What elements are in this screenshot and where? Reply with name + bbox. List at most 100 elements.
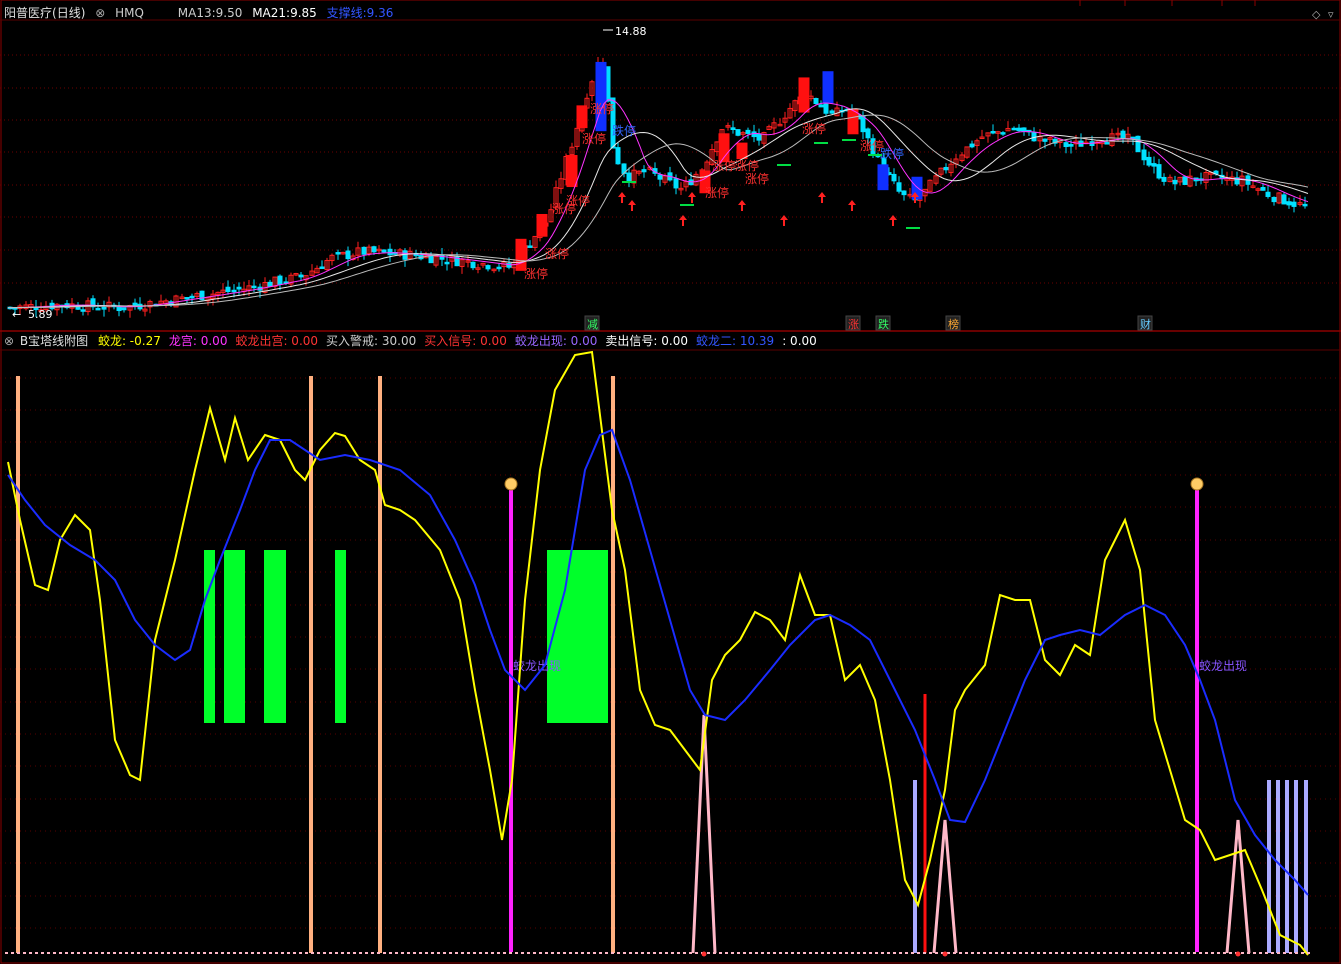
candle-body <box>657 174 663 180</box>
green-block-3 <box>335 550 346 723</box>
candle-body <box>1286 201 1292 206</box>
candle-body <box>1016 127 1022 132</box>
highlight-candle-8 <box>798 77 810 113</box>
candle-body <box>402 250 408 260</box>
ma13-line <box>8 99 1309 309</box>
candle-body <box>615 147 621 165</box>
buy-arrow-icon-5 <box>780 215 788 226</box>
limit-label-10: 涨停 <box>705 185 729 200</box>
limit-label-1: 涨停 <box>582 131 606 146</box>
candle-body <box>277 275 283 285</box>
candle-body <box>901 190 907 196</box>
buy-arrow-icon-7 <box>848 200 856 211</box>
baseline-signal-dot-2 <box>1235 951 1241 957</box>
panel-zoom-icon: ◇ <box>1312 8 1321 21</box>
limit-label-7: 涨停 <box>712 158 736 173</box>
candle-body <box>730 127 736 130</box>
pink-peak-1 <box>932 819 958 954</box>
candle-body <box>1011 127 1017 131</box>
candle-body <box>735 129 741 136</box>
limit-label-3: 涨停 <box>566 193 590 208</box>
limit-label-9: 涨停 <box>745 171 769 186</box>
highlight-candle-2 <box>566 155 578 188</box>
candle-body <box>225 286 231 293</box>
event-tag-0: 减 <box>587 318 598 331</box>
candle-body <box>1146 156 1152 166</box>
candle-body <box>1000 132 1006 135</box>
highlight-candle-1 <box>536 213 548 237</box>
pink-peak-2 <box>1225 819 1251 954</box>
event-tag-2: 跌 <box>878 317 889 331</box>
candle-body <box>298 274 304 278</box>
candle-body <box>470 261 476 269</box>
green-block-2 <box>264 550 286 723</box>
highlight-candle-7 <box>736 142 748 160</box>
chart-canvas[interactable]: ◇ ▿14.88← 5.89涨停涨停涨停涨停涨停涨停跌停涨停涨停涨停涨停涨停涨停跌停… <box>0 0 1341 964</box>
candle-body <box>1141 149 1147 161</box>
candle-body <box>1042 138 1048 142</box>
highlight-candle-9 <box>822 71 834 104</box>
candle-body <box>485 265 491 270</box>
baseline-signal-dot-0 <box>701 951 707 957</box>
candle-body <box>116 306 122 312</box>
candle-body <box>381 249 387 253</box>
candle-body <box>251 285 257 289</box>
candle-body <box>969 143 975 148</box>
candle-body <box>1068 144 1074 147</box>
candle-body <box>673 178 679 189</box>
candle-body <box>1104 142 1110 145</box>
candle-body <box>496 266 502 270</box>
candle-body <box>818 104 824 108</box>
candle-body <box>823 103 829 114</box>
limit-label-6: 跌停 <box>612 123 636 138</box>
candle-body <box>1135 135 1141 153</box>
high-price-label: 14.88 <box>615 25 647 38</box>
candle-body <box>813 97 819 105</box>
candle-body <box>1260 187 1266 191</box>
candle-body <box>231 289 237 293</box>
buy-arrow-icon-3 <box>688 192 696 203</box>
candle-body <box>101 306 107 310</box>
ma21-line <box>8 108 1309 309</box>
event-tag-3: 榜 <box>948 317 959 331</box>
buy-arrow-icon-0 <box>618 192 626 203</box>
candle-body <box>371 246 377 253</box>
support-line <box>8 114 1309 309</box>
candle-body <box>1265 191 1271 197</box>
candle-body <box>319 266 325 269</box>
candle-body <box>1021 127 1027 132</box>
candle-body <box>80 309 86 312</box>
candle-body <box>444 261 450 265</box>
money-bag-icon-1 <box>1190 477 1204 491</box>
money-bag-icon-0 <box>504 477 518 491</box>
buy-arrow-icon-1 <box>628 200 636 211</box>
candle-body <box>865 128 871 139</box>
candle-body <box>1281 194 1287 205</box>
candle-body <box>527 245 533 248</box>
candle-body <box>1172 179 1178 185</box>
jiaolong-yellow-line <box>7 350 1309 956</box>
buy-arrow-icon-8 <box>889 215 897 226</box>
candle-body <box>891 173 897 182</box>
candle-body <box>745 129 751 134</box>
signal-label-1: 蛟龙出现 <box>1199 658 1247 673</box>
event-tag-1: 涨 <box>848 318 859 331</box>
low-arrow-icon: ← <box>12 308 21 321</box>
highlight-candle-3 <box>576 105 588 129</box>
candle-body <box>1063 142 1069 148</box>
green-block-1 <box>224 550 245 723</box>
panel-menu-icon: ▿ <box>1328 8 1334 21</box>
limit-label-8: 涨停 <box>735 158 759 173</box>
candle-body <box>990 130 996 134</box>
candle-body <box>1291 201 1297 207</box>
limit-label-5: 涨停 <box>524 266 548 281</box>
highlight-candle-0 <box>515 238 527 271</box>
candle-body <box>387 248 393 256</box>
candle-body <box>1302 203 1308 207</box>
candle-body <box>1120 130 1126 140</box>
candle-body <box>121 307 127 311</box>
jiaolong-two-blue-line <box>7 428 1309 896</box>
event-tag-4: 财 <box>1140 317 1151 331</box>
candles-group <box>7 56 1308 318</box>
candle-body <box>236 286 242 290</box>
